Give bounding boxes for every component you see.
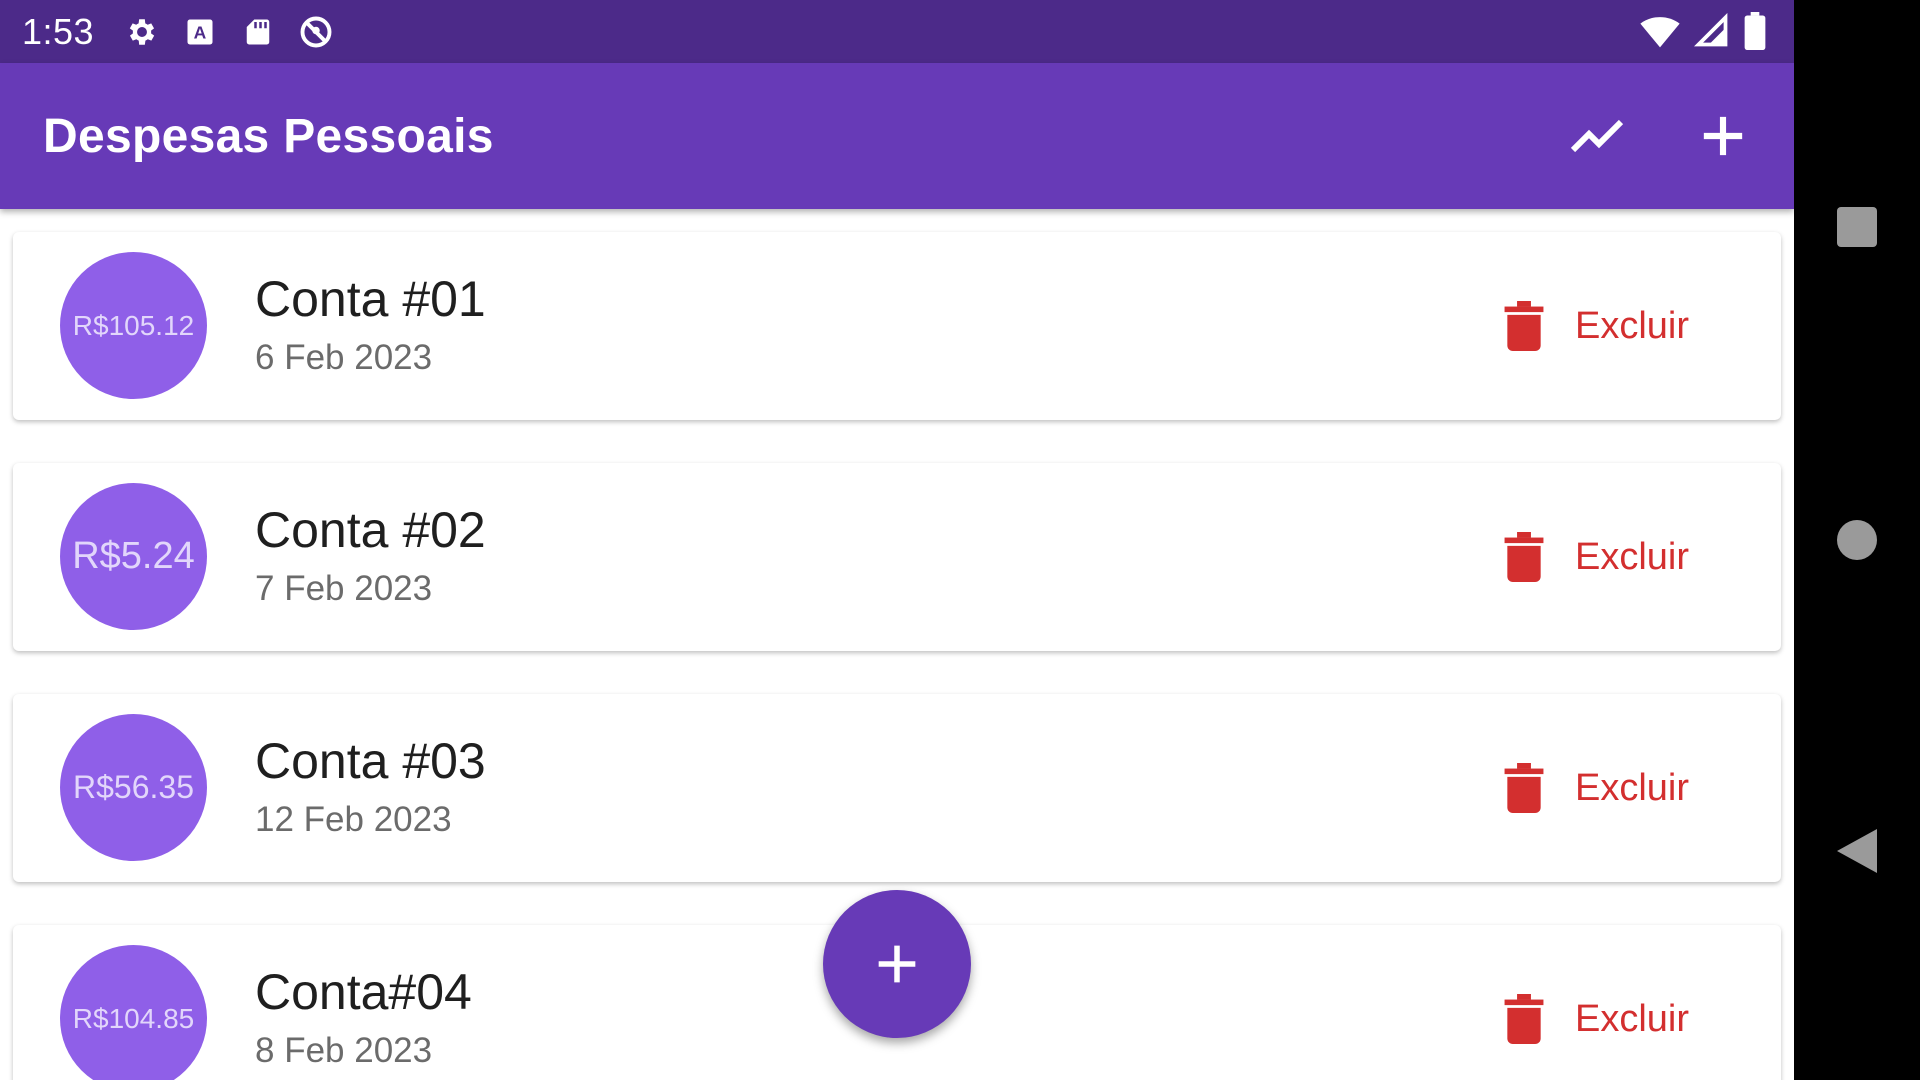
status-icons-right [1640,12,1766,55]
add-icon [878,945,916,983]
no-location-icon [298,14,334,50]
delete-label: Excluir [1575,304,1690,347]
back-button[interactable] [1822,816,1892,886]
expense-date: 6 Feb 2023 [255,338,433,377]
recents-icon [1837,207,1877,247]
app-bar: Despesas Pessoais [0,63,1794,209]
gear-icon [124,14,160,50]
app-screen: 1:53 A Despesas Pessoais R$105.12 Conta … [0,0,1794,1080]
expense-title: Conta #01 [255,271,486,327]
trash-icon [1504,994,1544,1044]
trash-icon [1504,532,1544,582]
svg-text:A: A [194,22,207,42]
sd-card-icon [240,14,276,50]
amount-avatar: R$105.12 [60,252,207,399]
expense-title: Conta #03 [255,733,486,789]
delete-button[interactable]: Excluir [1503,752,1689,824]
expense-date: 7 Feb 2023 [255,569,433,608]
expense-date: 8 Feb 2023 [255,1031,433,1070]
amount-avatar: R$104.85 [60,945,207,1080]
amount-avatar: R$5.24 [60,483,207,630]
status-bar: 1:53 A [0,0,1794,63]
delete-button[interactable]: Excluir [1503,290,1689,362]
expense-title: Conta #02 [255,502,486,558]
battery-icon [1744,12,1766,55]
status-icons-left: A [124,14,334,50]
navigation-bar [1794,0,1920,1080]
trash-icon [1504,763,1544,813]
status-time: 1:53 [22,10,95,52]
add-icon [1703,116,1743,156]
fab-add-button[interactable] [823,890,971,1038]
wifi-icon [1640,13,1680,54]
delete-label: Excluir [1575,535,1690,578]
delete-button[interactable]: Excluir [1503,983,1689,1055]
home-button[interactable] [1822,505,1892,575]
expense-card: R$5.24 Conta #02 7 Feb 2023 Excluir [13,463,1781,651]
expense-date: 12 Feb 2023 [255,800,452,839]
recents-button[interactable] [1822,192,1892,262]
back-icon [1837,829,1877,873]
app-title: Despesas Pessoais [43,109,494,163]
expense-card: R$56.35 Conta #03 12 Feb 2023 Excluir [13,694,1781,882]
trash-icon [1504,301,1544,351]
chart-line-icon [1570,119,1624,153]
expense-card: R$105.12 Conta #01 6 Feb 2023 Excluir [13,232,1781,420]
chart-button[interactable] [1562,101,1632,171]
cell-signal-icon [1693,12,1730,54]
delete-label: Excluir [1575,766,1690,809]
amount-avatar: R$56.35 [60,714,207,861]
delete-label: Excluir [1575,997,1690,1040]
home-icon [1837,520,1877,560]
add-button[interactable] [1688,101,1758,171]
expense-title: Conta#04 [255,964,472,1020]
app-bar-actions [1562,101,1758,171]
delete-button[interactable]: Excluir [1503,521,1689,593]
text-a-icon: A [182,14,218,50]
